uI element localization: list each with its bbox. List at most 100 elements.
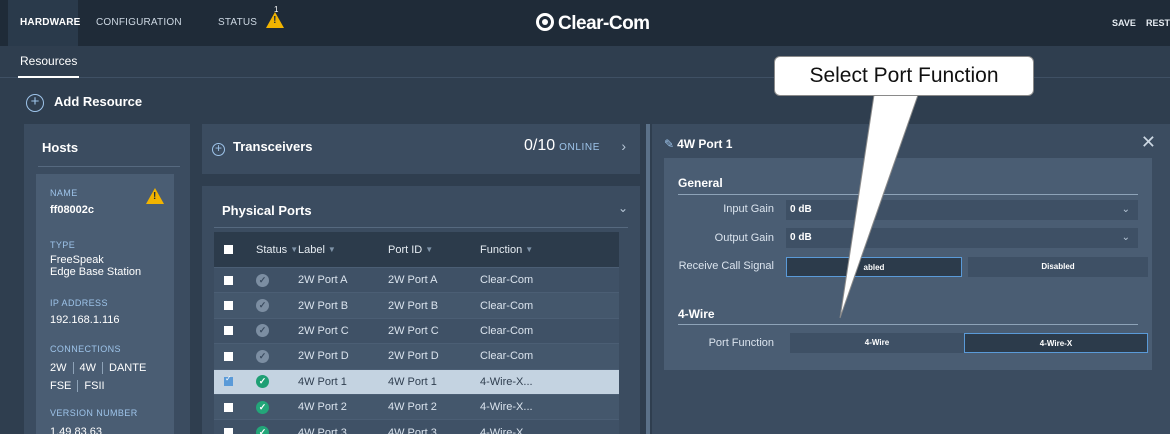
tab-resources[interactable]: Resources	[18, 46, 80, 78]
tab-status[interactable]: STATUS 1	[218, 0, 285, 46]
chevron-down-icon: ⌄	[1121, 204, 1130, 215]
column-status[interactable]: Status ▼	[256, 232, 298, 267]
output-gain-label: Output Gain	[714, 232, 774, 244]
column-status-label: Status	[256, 243, 288, 256]
general-section-title: General	[678, 176, 723, 190]
column-port-id[interactable]: Port ID ▼	[388, 232, 433, 267]
divider	[678, 324, 1138, 325]
port-id: 2W Port D	[388, 350, 439, 363]
restore-button[interactable]: RESTO	[1146, 0, 1170, 46]
chevron-right-icon[interactable]: ›	[621, 138, 626, 154]
add-resource-label: Add Resource	[54, 94, 143, 109]
row-checkbox[interactable]	[224, 420, 233, 434]
port-function: 4-Wire-X...	[480, 401, 533, 414]
transceivers-label: Transceivers	[233, 139, 313, 154]
sort-icon: ▼	[327, 245, 336, 254]
name-label: NAME	[50, 188, 78, 198]
column-label[interactable]: Label ▼	[298, 232, 336, 267]
port-id: 4W Port 1	[388, 375, 437, 388]
port-id: 2W Port A	[388, 274, 438, 287]
row-checkbox[interactable]	[224, 319, 233, 343]
row-checkbox[interactable]	[224, 344, 233, 368]
column-port-id-label: Port ID	[388, 243, 423, 256]
port-function-4-wire-x-button[interactable]: 4-Wire-X	[964, 333, 1148, 353]
table-row[interactable]: ✓ 4W Port 3 4W Port 3 4-Wire-X...	[214, 420, 619, 434]
divider	[214, 227, 628, 228]
chevron-down-icon: ⌄	[1121, 232, 1130, 243]
status-idle-icon: ✓	[256, 293, 269, 317]
table-row[interactable]: ✓ 2W Port B 2W Port B Clear-Com	[214, 293, 619, 319]
host-version: 1.49.83.63	[50, 426, 102, 434]
connection-fsii: FSII	[84, 380, 105, 392]
host-type-line2: Edge Base Station	[50, 266, 142, 278]
divider	[678, 194, 1138, 195]
clear-com-logo: Clear-Com	[536, 13, 650, 35]
port-id: 4W Port 3	[388, 426, 437, 434]
port-function: 4-Wire-X...	[480, 426, 533, 434]
pencil-icon[interactable]: ✎	[664, 137, 674, 151]
detail-body: General Input Gain 0 dB ⌄ Output Gain 0 d…	[664, 158, 1152, 370]
table-row[interactable]: ✓ 4W Port 1 4W Port 1 4-Wire-X...	[214, 369, 619, 395]
tab-configuration[interactable]: CONFIGURATION	[96, 0, 182, 46]
table-row[interactable]: ✓ 2W Port C 2W Port C Clear-Com	[214, 318, 619, 345]
sort-icon: ▼	[525, 245, 534, 254]
connection-2w: 2W	[50, 362, 74, 374]
port-function-4-wire-button[interactable]: 4-Wire	[790, 333, 964, 353]
connections-row-1: 2W 4W DANTE	[50, 362, 158, 374]
table-row[interactable]: ✓ 2W Port D 2W Port D Clear-Com	[214, 344, 619, 370]
port-function: Clear-Com	[480, 350, 534, 363]
type-label: TYPE	[50, 240, 76, 250]
row-checkbox[interactable]	[224, 268, 233, 292]
four-wire-section-title: 4-Wire	[678, 307, 715, 321]
online-label: ONLINE	[559, 142, 600, 153]
logo-mark-icon	[536, 13, 554, 31]
sort-icon: ▼	[425, 245, 434, 254]
connection-fse: FSE	[50, 380, 79, 392]
top-nav: HARDWARE CONFIGURATION STATUS 1 Clear-Co…	[0, 0, 1170, 46]
transceivers-panel[interactable]: + Transceivers 0/10 ONLINE ›	[202, 124, 640, 174]
input-gain-select[interactable]: 0 dB ⌄	[786, 200, 1138, 220]
status-ok-icon: ✓	[256, 395, 269, 419]
column-function[interactable]: Function ▼	[480, 232, 533, 267]
panel-divider[interactable]	[646, 124, 650, 434]
warning-icon	[146, 188, 164, 204]
port-label: 4W Port 3	[298, 426, 347, 434]
row-checkbox[interactable]	[224, 395, 233, 419]
output-gain-select[interactable]: 0 dB ⌄	[786, 228, 1138, 248]
status-ok-icon: ✓	[256, 420, 269, 434]
detail-title-text: 4W Port 1	[677, 137, 733, 151]
status-badge-count: 1	[274, 5, 279, 14]
port-detail-panel: ✎ 4W Port 1 ✕ General Input Gain 0 dB ⌄ Ou…	[652, 124, 1170, 434]
receive-call-disabled-button[interactable]: Disabled	[968, 257, 1148, 277]
row-checkbox[interactable]	[224, 293, 233, 317]
add-resource-button[interactable]: + Add Resource	[26, 92, 142, 112]
plus-circle-icon: +	[26, 93, 44, 112]
host-type-line1: FreeSpeak	[50, 254, 104, 266]
transceivers-title: + Transceivers	[212, 139, 313, 156]
receive-call-enabled-button[interactable]: abled	[786, 257, 962, 277]
tab-hardware[interactable]: HARDWARE	[8, 0, 80, 46]
select-all-checkbox[interactable]	[224, 232, 233, 267]
chevron-down-icon[interactable]: ⌄	[618, 201, 628, 215]
transceivers-online-count: 0/10 ONLINE	[524, 137, 600, 155]
callout-box: Select Port Function	[774, 56, 1034, 96]
input-gain-label: Input Gain	[723, 203, 774, 215]
row-checkbox[interactable]	[224, 370, 233, 394]
status-idle-icon: ✓	[256, 268, 269, 292]
table-row[interactable]: ✓ 2W Port A 2W Port A Clear-Com	[214, 268, 619, 294]
port-function: Clear-Com	[480, 299, 534, 312]
table-row[interactable]: ✓ 4W Port 2 4W Port 2 4-Wire-X...	[214, 394, 619, 421]
port-id: 4W Port 2	[388, 401, 437, 414]
port-function: Clear-Com	[480, 324, 534, 337]
plus-circle-icon[interactable]: +	[212, 142, 225, 156]
status-idle-icon: ✓	[256, 319, 269, 343]
output-gain-value: 0 dB	[790, 232, 812, 243]
close-icon[interactable]: ✕	[1141, 132, 1156, 153]
host-ip: 192.168.1.116	[50, 314, 120, 326]
hosts-panel: Hosts NAME ff08002c TYPE FreeSpeak Edge …	[24, 124, 190, 434]
host-card[interactable]: NAME ff08002c TYPE FreeSpeak Edge Base S…	[36, 174, 174, 434]
table-header: Status ▼ Label ▼ Port ID ▼ Function ▼	[214, 232, 619, 268]
ip-label: IP ADDRESS	[50, 298, 108, 308]
save-button[interactable]: SAVE	[1112, 0, 1136, 46]
port-label: 2W Port A	[298, 274, 348, 287]
